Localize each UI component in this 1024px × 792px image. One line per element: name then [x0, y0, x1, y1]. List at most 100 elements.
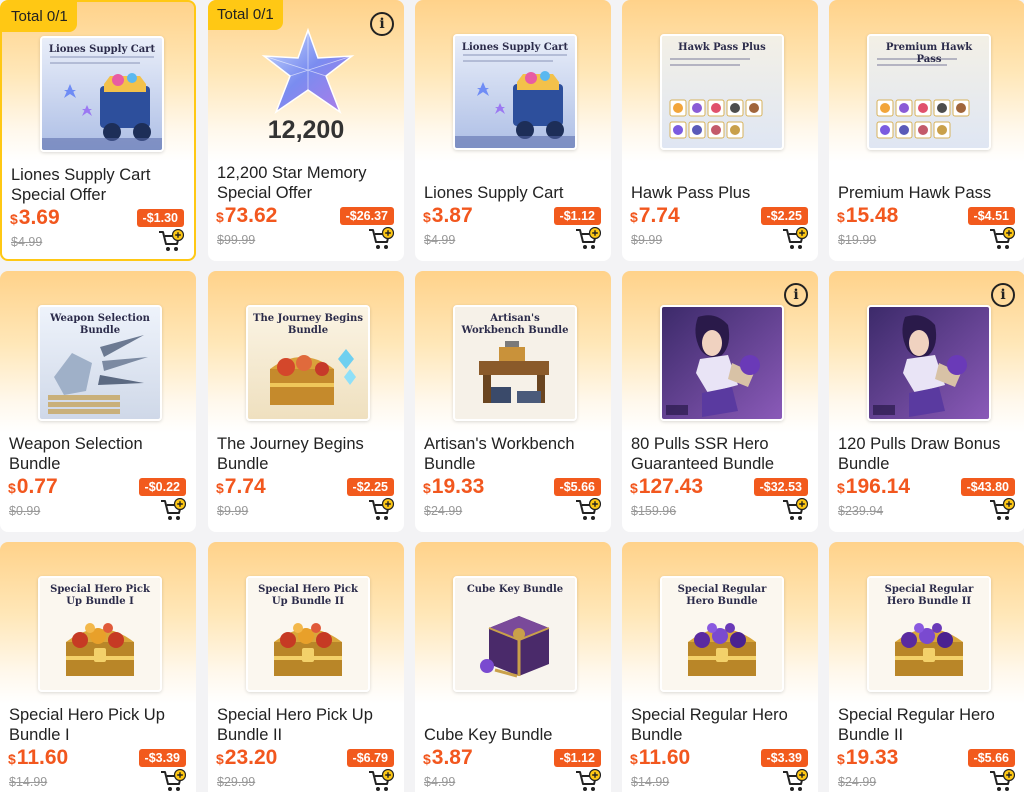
- currency-symbol: $: [837, 751, 845, 767]
- product-card[interactable]: Cube Key Bundle Cube Key Bundle $3.87 -$1.1…: [415, 542, 611, 792]
- discount-badge: -$2.25: [760, 207, 808, 225]
- product-name: Liones Supply Cart: [424, 184, 564, 202]
- bundle-thumbnail: Liones Supply Cart: [40, 36, 164, 152]
- price-value: 23.20: [224, 746, 278, 769]
- add-to-cart-icon[interactable]: [160, 497, 187, 522]
- product-name: 120 Pulls Draw Bonus Bundle: [838, 435, 1001, 473]
- currency-symbol: $: [423, 751, 431, 767]
- discount-badge: -$1.12: [553, 749, 601, 767]
- info-icon[interactable]: i: [370, 12, 394, 36]
- discount-badge: -$3.39: [138, 749, 186, 767]
- currency-symbol: $: [10, 211, 18, 227]
- sale-price: $23.20: [216, 746, 277, 770]
- original-price: $14.99: [631, 775, 670, 789]
- add-to-cart-icon[interactable]: [989, 497, 1016, 522]
- info-icon[interactable]: i: [784, 283, 808, 307]
- purchase-limit-badge: Total 0/1: [208, 0, 283, 30]
- add-to-cart-icon[interactable]: [575, 497, 602, 522]
- original-price: $4.99: [424, 233, 456, 247]
- sale-price: $0.77: [8, 475, 58, 499]
- original-price: $9.99: [217, 504, 249, 518]
- add-to-cart-icon[interactable]: [368, 226, 395, 251]
- add-to-cart-icon[interactable]: [575, 768, 602, 792]
- price-value: 3.69: [18, 206, 60, 229]
- add-to-cart-icon[interactable]: [160, 768, 187, 792]
- product-card[interactable]: Special Regular Hero Bundle Special Regul…: [622, 542, 818, 792]
- product-card[interactable]: Liones Supply Cart Liones Supply Cart $3.8…: [415, 0, 611, 261]
- original-price: $159.96: [631, 504, 677, 518]
- price-value: 11.60: [638, 746, 691, 769]
- product-card[interactable]: Premium Hawk Pass Premium Hawk Pass $15.48…: [829, 0, 1024, 261]
- product-name: Special Hero Pick Up Bundle I: [9, 706, 165, 744]
- product-card[interactable]: i 120 Pulls Draw Bonus Bundle $196.14 -$43.…: [829, 271, 1024, 532]
- discount-badge: -$1.30: [136, 209, 184, 227]
- add-to-cart-icon[interactable]: [782, 226, 809, 251]
- price-value: 7.74: [224, 475, 266, 498]
- discount-badge: -$0.22: [138, 478, 186, 496]
- add-to-cart-icon[interactable]: [782, 497, 809, 522]
- product-card[interactable]: Hawk Pass Plus Hawk Pass Plus $7.74 -$2.25 $…: [622, 0, 818, 261]
- product-name: Weapon Selection Bundle: [9, 435, 143, 473]
- price-value: 3.87: [431, 204, 473, 227]
- add-to-cart-icon[interactable]: [368, 497, 395, 522]
- thumbnail-title: Special Hero Pick Up Bundle II: [258, 584, 358, 607]
- bundle-thumbnail: Special Hero Pick Up Bundle II: [246, 576, 370, 692]
- sale-price: $11.60: [8, 746, 68, 770]
- product-card[interactable]: Weapon Selection Bundle Weapon Selection …: [0, 271, 196, 532]
- bundle-thumbnail: The Journey Begins Bundle: [246, 305, 370, 421]
- add-to-cart-icon[interactable]: [989, 226, 1016, 251]
- discount-badge: -$4.51: [967, 207, 1015, 225]
- discount-badge: -$6.79: [346, 749, 394, 767]
- currency-symbol: $: [8, 751, 16, 767]
- add-to-cart-icon[interactable]: [158, 228, 185, 253]
- product-card[interactable]: Total 0/1 i 12,200 12,200 Star Memory Speci…: [208, 0, 404, 261]
- thumbnail-title: Hawk Pass Plus: [678, 42, 766, 53]
- sale-price: $3.69: [10, 206, 60, 230]
- thumbnail-title: Weapon Selection Bundle: [50, 313, 150, 336]
- product-name: 80 Pulls SSR Hero Guaranteed Bundle: [631, 435, 775, 473]
- currency-symbol: $: [423, 480, 431, 496]
- product-name: Premium Hawk Pass: [838, 184, 992, 202]
- info-icon[interactable]: i: [991, 283, 1015, 307]
- currency-symbol: $: [630, 480, 638, 496]
- product-card[interactable]: Special Hero Pick Up Bundle I Special Her…: [0, 542, 196, 792]
- bundle-thumbnail: [660, 305, 784, 421]
- product-grid: Total 0/1 Liones Supply Cart Liones Supply…: [0, 0, 1024, 792]
- add-to-cart-icon[interactable]: [782, 768, 809, 792]
- product-name: Special Regular Hero Bundle II: [838, 706, 995, 744]
- original-price: $24.99: [838, 775, 877, 789]
- price-value: 3.87: [431, 746, 473, 769]
- currency-symbol: $: [837, 480, 845, 496]
- bundle-thumbnail: Weapon Selection Bundle: [38, 305, 162, 421]
- purchase-limit-badge: Total 0/1: [2, 2, 77, 32]
- thumbnail-title: The Journey Begins Bundle: [253, 313, 363, 336]
- product-name: Artisan's Workbench Bundle: [424, 435, 575, 473]
- price-value: 196.14: [845, 475, 911, 498]
- product-name: 12,200 Star Memory Special Offer: [217, 164, 367, 202]
- sale-price: $196.14: [837, 475, 910, 499]
- product-card[interactable]: i 80 Pulls SSR Hero Guaranteed Bundle $127…: [622, 271, 818, 532]
- currency-symbol: $: [216, 480, 224, 496]
- currency-symbol: $: [216, 751, 224, 767]
- product-card[interactable]: Special Regular Hero Bundle II Special Re…: [829, 542, 1024, 792]
- add-to-cart-icon[interactable]: [368, 768, 395, 792]
- product-card[interactable]: Total 0/1 Liones Supply Cart Liones Supply…: [0, 0, 196, 261]
- bundle-thumbnail: Premium Hawk Pass: [867, 34, 991, 150]
- currency-symbol: $: [216, 209, 224, 225]
- original-price: $14.99: [9, 775, 48, 789]
- product-card[interactable]: Special Hero Pick Up Bundle II Special He…: [208, 542, 404, 792]
- add-to-cart-icon[interactable]: [575, 226, 602, 251]
- sale-price: $19.33: [837, 746, 898, 770]
- original-price: $239.94: [838, 504, 884, 518]
- product-card[interactable]: The Journey Begins Bundle The Journey Beg…: [208, 271, 404, 532]
- sale-price: $15.48: [837, 204, 898, 228]
- sale-price: $73.62: [216, 204, 277, 228]
- sale-price: $19.33: [423, 475, 484, 499]
- product-name: The Journey Begins Bundle: [217, 435, 364, 473]
- bundle-thumbnail: Artisan's Workbench Bundle: [453, 305, 577, 421]
- product-card[interactable]: Artisan's Workbench Bundle Artisan's Work…: [415, 271, 611, 532]
- add-to-cart-icon[interactable]: [989, 768, 1016, 792]
- discount-badge: -$43.80: [960, 478, 1015, 496]
- sale-price: $3.87: [423, 204, 473, 228]
- thumbnail-title: Special Regular Hero Bundle: [677, 584, 767, 607]
